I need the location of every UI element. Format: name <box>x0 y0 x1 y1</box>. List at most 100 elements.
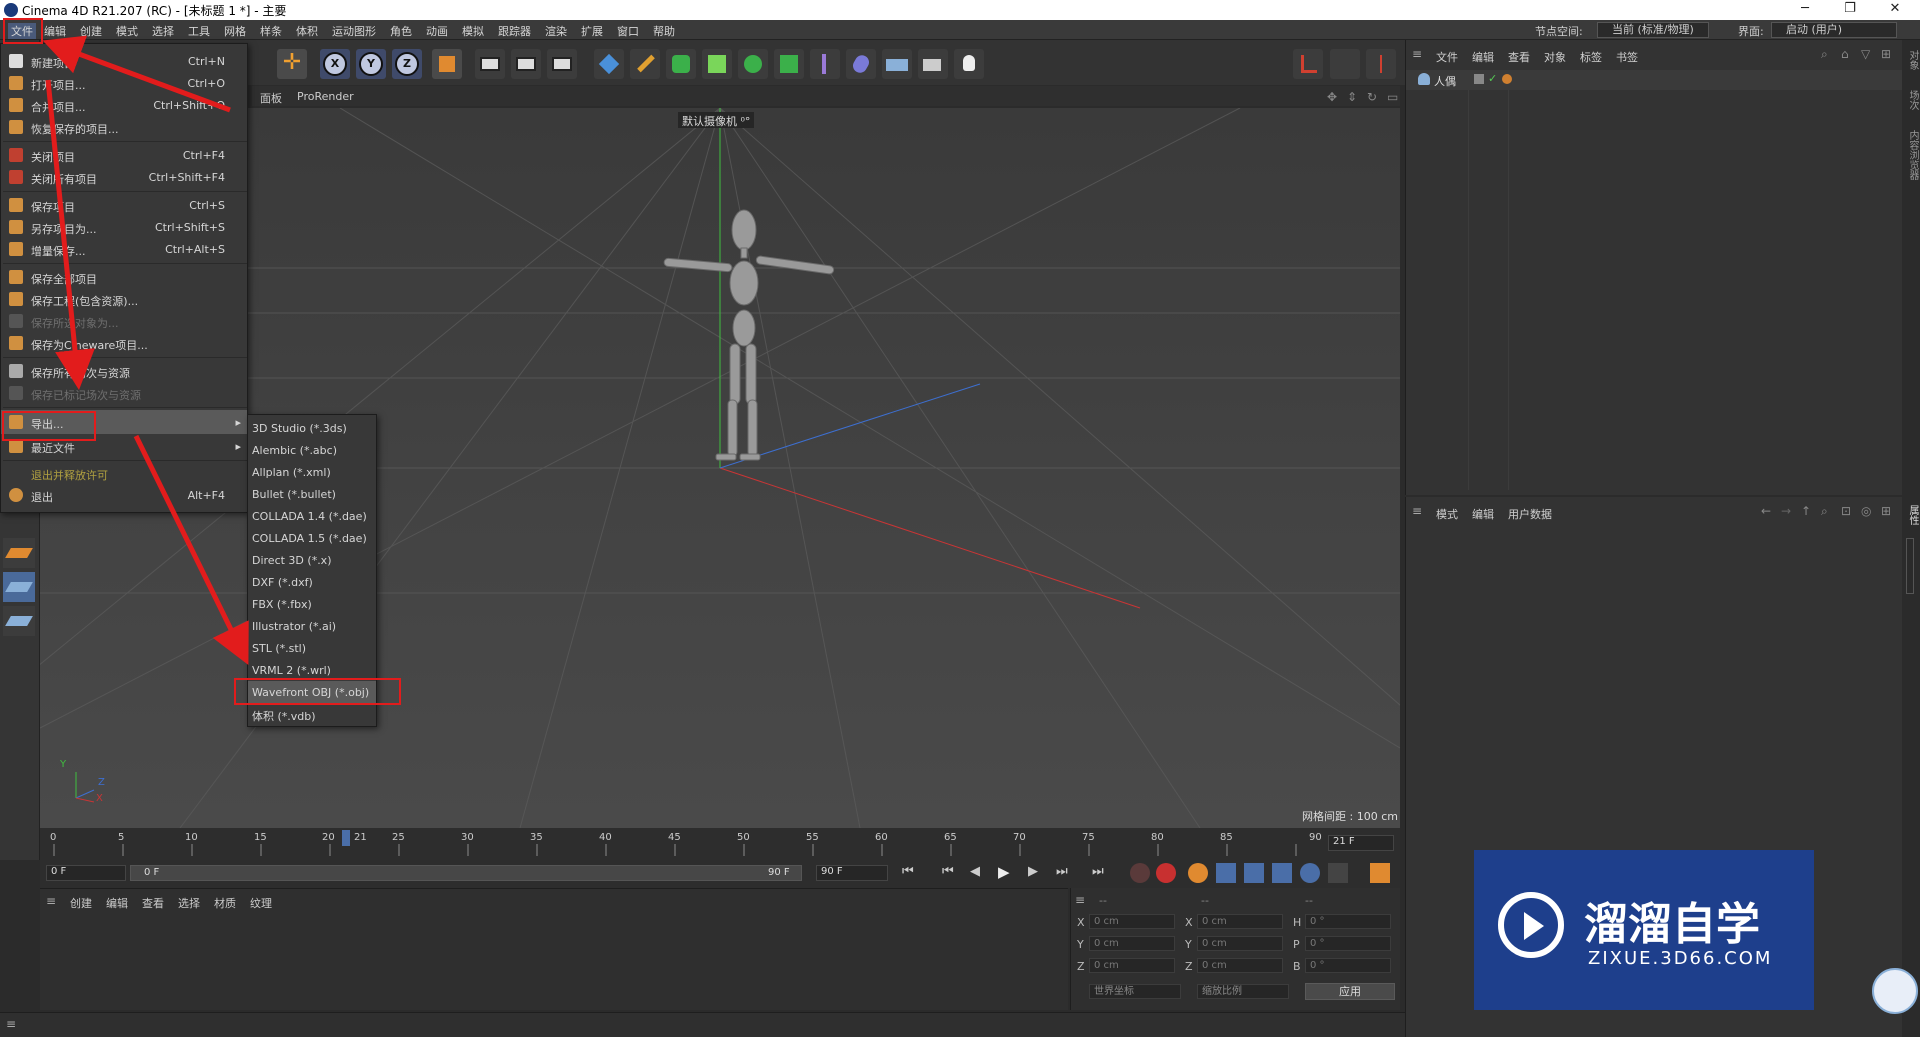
object-new-window-icon[interactable]: ⊞ <box>1881 47 1891 61</box>
end-frame-field[interactable]: 90 F <box>816 865 888 881</box>
minimize-button[interactable]: ─ <box>1785 0 1825 20</box>
material-menu-create[interactable]: 创建 <box>70 895 92 911</box>
size-z-field[interactable]: 0 cm <box>1197 958 1283 973</box>
viewport-zoom-icon[interactable]: ⇕ <box>1347 90 1357 104</box>
object-filter-icon[interactable]: ▽ <box>1861 47 1870 61</box>
object-name[interactable]: 人偶 <box>1434 73 1456 89</box>
layer-icon[interactable] <box>1474 74 1484 84</box>
lock-icon[interactable]: ⊡ <box>1841 504 1851 518</box>
material-menu-material[interactable]: 材质 <box>214 895 236 911</box>
tag-icon[interactable] <box>1502 74 1512 84</box>
material-menu-view[interactable]: 查看 <box>142 895 164 911</box>
node-space-dropdown[interactable]: 当前 (标准/物理) <box>1597 22 1709 38</box>
play-icon[interactable]: ▶ <box>998 863 1010 881</box>
camera-label[interactable]: 默认摄像机 ⁰° <box>678 112 755 128</box>
menu-help[interactable]: 帮助 <box>653 23 675 39</box>
record-key-icon[interactable] <box>1156 863 1176 883</box>
object-home-icon[interactable]: ⌂ <box>1841 47 1849 61</box>
key-param-icon[interactable] <box>1300 863 1320 883</box>
key-position-icon[interactable] <box>1216 863 1236 883</box>
frame-range-slider[interactable] <box>130 865 802 881</box>
menu-simulate[interactable]: 模拟 <box>462 23 484 39</box>
cube-icon[interactable] <box>594 49 624 79</box>
attribute-search-icon[interactable]: ⌕ <box>1821 504 1828 519</box>
rot-h-field[interactable]: 0 ° <box>1305 914 1391 929</box>
menu-render[interactable]: 渲染 <box>545 23 567 39</box>
status-menu-icon[interactable]: ≡ <box>6 1017 16 1031</box>
timeline[interactable]: 0 5 10 15 20 21 25 30 35 40 45 50 55 60 … <box>40 828 1400 858</box>
record-disabled-icon[interactable] <box>1130 863 1150 883</box>
next-key-icon[interactable]: ⏭ <box>1056 864 1068 879</box>
object-search-icon[interactable]: ⌕ <box>1821 47 1828 62</box>
axis-snap-icon[interactable] <box>1293 49 1323 79</box>
close-button[interactable]: ✕ <box>1875 0 1915 20</box>
object-menu-tags[interactable]: 标签 <box>1580 49 1602 65</box>
goto-start-icon[interactable]: ⏮ <box>902 864 914 879</box>
scale-dropdown[interactable]: 缩放比例 <box>1197 984 1289 999</box>
menu-tracker[interactable]: 跟踪器 <box>498 23 531 39</box>
tab-takes[interactable]: 场次 <box>1905 90 1920 110</box>
prev-frame-icon[interactable]: ◀ <box>970 864 980 879</box>
object-menu-edit[interactable]: 编辑 <box>1472 49 1494 65</box>
auto-key-icon[interactable] <box>1188 863 1208 883</box>
viewport-move-icon[interactable]: ✥ <box>1327 90 1337 104</box>
viewport-maximize-icon[interactable]: ▭ <box>1387 90 1398 104</box>
object-menu-bookmarks[interactable]: 书签 <box>1616 49 1638 65</box>
menu-extensions[interactable]: 扩展 <box>581 23 603 39</box>
field-icon[interactable] <box>846 49 876 79</box>
back-arrow-icon[interactable]: ← <box>1761 504 1771 518</box>
attribute-menu-edit[interactable]: 编辑 <box>1472 506 1494 522</box>
timeline-ruler[interactable] <box>40 828 1400 858</box>
extrude-icon[interactable] <box>702 49 732 79</box>
assistant-avatar-icon[interactable] <box>1872 968 1918 1014</box>
workplane-icon[interactable] <box>1330 49 1360 79</box>
pos-y-field[interactable]: 0 cm <box>1089 936 1175 951</box>
current-frame-field[interactable]: 21 F <box>1328 835 1394 851</box>
material-menu-texture[interactable]: 纹理 <box>250 895 272 911</box>
tab-content-browser[interactable]: 内容浏览器 <box>1905 130 1920 180</box>
render-settings-icon[interactable] <box>547 49 577 79</box>
coordinate-system-icon[interactable] <box>432 49 462 79</box>
attribute-menu-mode[interactable]: 模式 <box>1436 506 1458 522</box>
material-menu-select[interactable]: 选择 <box>178 895 200 911</box>
menu-animate[interactable]: 动画 <box>426 23 448 39</box>
coords-menu-icon[interactable]: ≡ <box>1075 893 1085 907</box>
object-menu-file[interactable]: 文件 <box>1436 49 1458 65</box>
subdivision-icon[interactable] <box>666 49 696 79</box>
start-frame-field[interactable]: 0 F <box>46 865 126 881</box>
menu-window[interactable]: 窗口 <box>617 23 639 39</box>
attribute-menu-userdata[interactable]: 用户数据 <box>1508 506 1552 522</box>
render-view-icon[interactable] <box>475 49 505 79</box>
object-row[interactable]: 人偶 ✓ <box>1406 70 1902 90</box>
key-scale-icon[interactable] <box>1244 863 1264 883</box>
scroll-indicator[interactable] <box>1906 538 1914 594</box>
camera-icon[interactable] <box>918 49 948 79</box>
quantize-icon[interactable] <box>1366 49 1396 79</box>
object-menu-objects[interactable]: 对象 <box>1544 49 1566 65</box>
key-points-icon[interactable] <box>1328 863 1348 883</box>
pos-x-field[interactable]: 0 cm <box>1089 914 1175 929</box>
viewport-rotate-icon[interactable]: ↻ <box>1367 90 1377 104</box>
attribute-menu-icon[interactable]: ≡ <box>1412 504 1422 518</box>
key-rotation-icon[interactable] <box>1272 863 1292 883</box>
prev-key-icon[interactable]: ⏮ <box>942 864 954 879</box>
render-picture-viewer-icon[interactable] <box>511 49 541 79</box>
next-frame-icon[interactable]: ▶ <box>1028 864 1038 879</box>
object-menu-view[interactable]: 查看 <box>1508 49 1530 65</box>
forward-arrow-icon[interactable]: → <box>1781 504 1791 518</box>
rot-b-field[interactable]: 0 ° <box>1305 958 1391 973</box>
visibility-check-icon[interactable]: ✓ <box>1488 72 1497 85</box>
rot-p-field[interactable]: 0 ° <box>1305 936 1391 951</box>
attribute-new-window-icon[interactable]: ⊞ <box>1881 504 1891 518</box>
world-coords-dropdown[interactable]: 世界坐标 <box>1089 984 1181 999</box>
maximize-button[interactable]: ❐ <box>1830 0 1870 20</box>
timeline-window-icon[interactable] <box>1370 863 1390 883</box>
material-menu-edit[interactable]: 编辑 <box>106 895 128 911</box>
pen-spline-icon[interactable] <box>630 49 660 79</box>
material-menu-icon[interactable]: ≡ <box>46 894 56 908</box>
cloner-icon[interactable] <box>738 49 768 79</box>
size-y-field[interactable]: 0 cm <box>1197 936 1283 951</box>
size-x-field[interactable]: 0 cm <box>1197 914 1283 929</box>
tab-attributes[interactable]: 属性 <box>1905 505 1920 525</box>
floor-icon[interactable] <box>882 49 912 79</box>
